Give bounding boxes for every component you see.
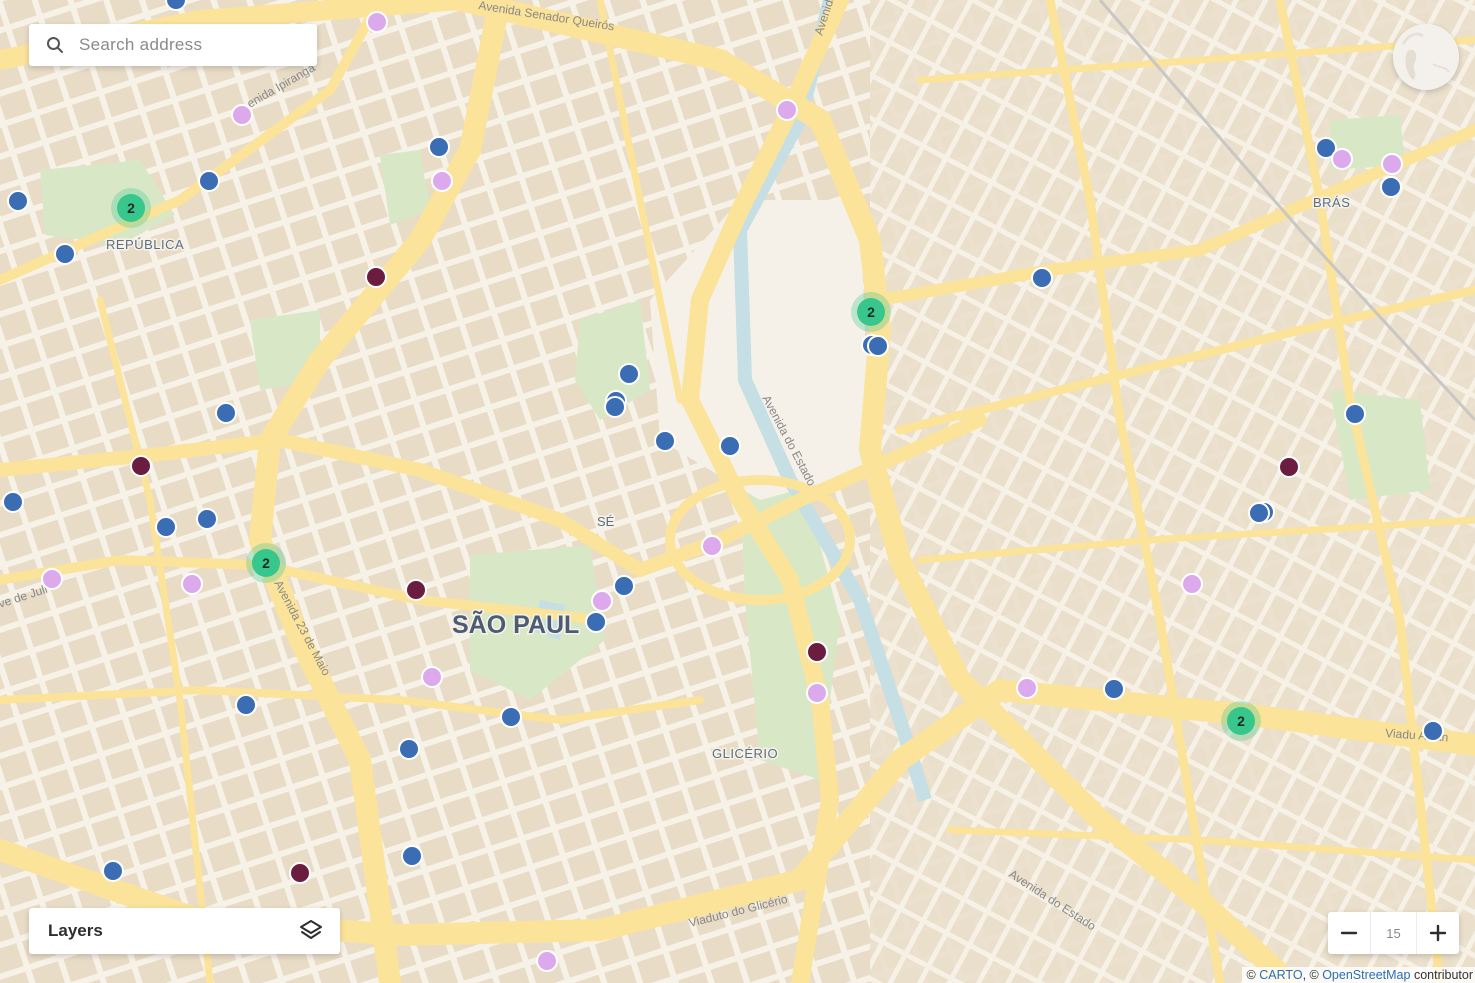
map-marker-lilac[interactable]: [431, 170, 453, 192]
map-marker-lilac[interactable]: [806, 682, 828, 704]
layers-button[interactable]: Layers: [29, 908, 340, 954]
layers-label: Layers: [48, 921, 103, 940]
map-marker-blue[interactable]: [1248, 502, 1270, 524]
map-marker-blue[interactable]: [1380, 176, 1402, 198]
map-marker-maroon[interactable]: [130, 455, 152, 477]
plus-icon: [1429, 924, 1447, 942]
zoom-out-button[interactable]: [1328, 912, 1370, 954]
attribution-separator: , ©: [1302, 968, 1319, 982]
map-marker-blue[interactable]: [2, 491, 24, 513]
map-marker-blue[interactable]: [618, 363, 640, 385]
map-marker-maroon[interactable]: [405, 579, 427, 601]
district-label-se: SÉ: [597, 514, 615, 529]
map-marker-blue[interactable]: [1422, 720, 1444, 742]
map-marker-lilac[interactable]: [1181, 573, 1203, 595]
map-marker-blue[interactable]: [401, 845, 423, 867]
map-marker-blue[interactable]: [867, 335, 889, 357]
map-marker-blue[interactable]: [215, 402, 237, 424]
map-marker-blue[interactable]: [1103, 678, 1125, 700]
cluster-count: 2: [867, 304, 875, 320]
map-marker-blue[interactable]: [604, 396, 626, 418]
map-marker-blue[interactable]: [54, 243, 76, 265]
district-label-republica: REPÚBLICA: [106, 237, 184, 252]
map-marker-blue[interactable]: [196, 508, 218, 530]
map-marker-blue[interactable]: [7, 190, 29, 212]
map-marker-blue[interactable]: [428, 136, 450, 158]
zoom-control: 15: [1328, 912, 1459, 954]
carto-link[interactable]: CARTO: [1259, 968, 1302, 982]
map-marker-lilac[interactable]: [1381, 153, 1403, 175]
attribution-prefix: ©: [1246, 968, 1256, 982]
map-marker-blue[interactable]: [155, 516, 177, 538]
minus-icon: [1340, 931, 1358, 935]
map-marker-lilac[interactable]: [231, 104, 253, 126]
map-marker-lilac[interactable]: [1016, 677, 1038, 699]
map-marker-lilac[interactable]: [776, 99, 798, 121]
layers-icon: [298, 918, 324, 944]
map-marker-blue[interactable]: [585, 611, 607, 633]
map-attribution: © CARTO, © OpenStreetMap contributor: [1241, 967, 1475, 983]
cluster-count: 2: [1237, 713, 1245, 729]
map-marker-blue[interactable]: [654, 430, 676, 452]
search-icon: [45, 35, 65, 55]
cluster-marker[interactable]: 2: [1221, 701, 1261, 741]
map-marker-blue[interactable]: [719, 435, 741, 457]
openstreetmap-link[interactable]: OpenStreetMap: [1322, 968, 1410, 982]
map-marker-lilac[interactable]: [591, 590, 613, 612]
map-marker-lilac[interactable]: [536, 950, 558, 972]
search-box[interactable]: [29, 24, 317, 66]
map-marker-blue[interactable]: [1344, 403, 1366, 425]
map-marker-lilac[interactable]: [701, 535, 723, 557]
map-canvas[interactable]: SÃO PAUL REPÚBLICA SÉ GLICÉRIO BRÁS Aven…: [0, 0, 1475, 983]
cluster-count: 2: [262, 555, 270, 571]
attribution-suffix: contributor: [1413, 968, 1473, 982]
zoom-in-button[interactable]: [1417, 912, 1459, 954]
district-label-bras: BRÁS: [1313, 195, 1350, 210]
district-label-glicerio: GLICÉRIO: [712, 746, 778, 761]
map-marker-lilac[interactable]: [1331, 148, 1353, 170]
cluster-marker[interactable]: 2: [246, 543, 286, 583]
map-marker-blue[interactable]: [102, 860, 124, 882]
globe-icon: [1393, 24, 1459, 90]
cluster-marker[interactable]: 2: [851, 292, 891, 332]
map-marker-blue[interactable]: [398, 738, 420, 760]
map-marker-maroon[interactable]: [806, 641, 828, 663]
map-marker-lilac[interactable]: [41, 568, 63, 590]
cluster-marker[interactable]: 2: [111, 188, 151, 228]
map-marker-maroon[interactable]: [1278, 456, 1300, 478]
map-marker-blue[interactable]: [613, 575, 635, 597]
map-marker-lilac[interactable]: [421, 666, 443, 688]
globe-minimap-button[interactable]: [1393, 24, 1459, 90]
map-marker-blue[interactable]: [235, 694, 257, 716]
search-address-input[interactable]: [77, 34, 301, 56]
map-marker-maroon[interactable]: [365, 266, 387, 288]
city-label: SÃO PAUL: [452, 609, 579, 639]
map-marker-blue[interactable]: [500, 706, 522, 728]
map-marker-blue[interactable]: [198, 170, 220, 192]
zoom-level: 15: [1370, 912, 1417, 954]
map-marker-lilac[interactable]: [366, 11, 388, 33]
map-marker-lilac[interactable]: [181, 573, 203, 595]
cluster-count: 2: [127, 200, 135, 216]
map-marker-maroon[interactable]: [289, 862, 311, 884]
map-marker-blue[interactable]: [1031, 267, 1053, 289]
